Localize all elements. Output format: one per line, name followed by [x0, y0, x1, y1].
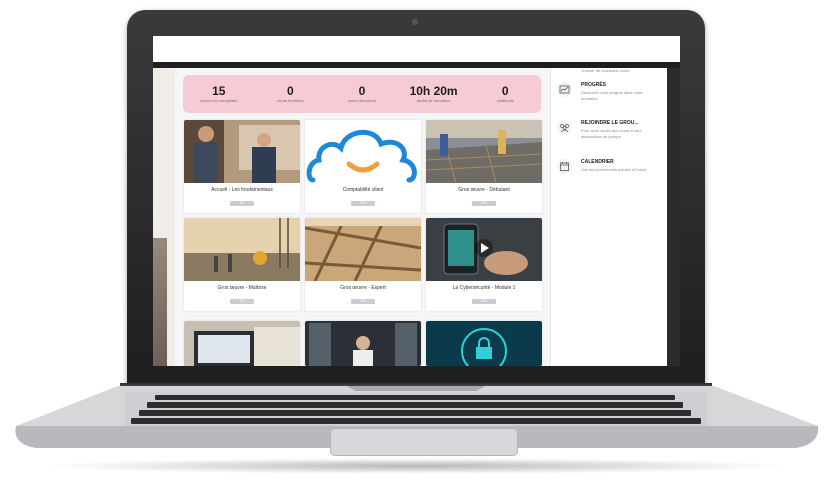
- stat-label: durée de formation: [416, 97, 451, 103]
- stats-banner: 15 cours non complétés 0 cours terminés …: [183, 75, 541, 113]
- progress-label: 0%: [239, 299, 245, 303]
- stat-value: 10h 20m: [409, 83, 458, 98]
- course-card[interactable]: Comptabilité client 0%: [305, 120, 421, 213]
- course-progress-bar: 0%: [472, 201, 496, 206]
- course-thumbnail-cloud-smile: [305, 120, 421, 183]
- course-title: Gros œuvre - Débutant: [458, 187, 510, 193]
- course-card[interactable]: Gros œuvre - Expert 0%: [305, 218, 421, 311]
- left-decor-stripe: [153, 238, 167, 366]
- course-thumbnail-server-room: [305, 321, 421, 366]
- course-progress-bar: 0%: [230, 201, 254, 206]
- stat-value: 15: [212, 83, 226, 98]
- course-title: Comptabilité client: [342, 187, 384, 193]
- course-thumbnail-wood-framing: [305, 218, 421, 281]
- course-thumbnail-laptop-work: [184, 321, 300, 366]
- left-decoration: [153, 68, 175, 366]
- laptop-screen: 15 cours non complétés 0 cours terminés …: [153, 36, 680, 366]
- dashboard-sidebar: Trouver de nouveaux cours PROGRÈS Découv…: [550, 68, 667, 366]
- course-card[interactable]: [184, 321, 300, 366]
- progress-label: 0%: [239, 201, 245, 205]
- course-title: La Cybersécurité - Module 1: [452, 285, 516, 291]
- stat-label: certificats: [496, 97, 514, 103]
- stat-courses-incomplete: 15 cours non complétés: [184, 83, 254, 104]
- course-title: Gros œuvre - Expert: [340, 285, 386, 291]
- stat-value: 0: [287, 83, 294, 98]
- progress-label: 0%: [360, 201, 366, 205]
- stat-value: 0: [501, 83, 509, 98]
- course-progress-bar: 0%: [351, 201, 375, 206]
- course-thumbnail-construction-crane: [184, 218, 300, 281]
- progress-chart-icon: [557, 82, 572, 97]
- course-thumbnail-cyber-lock: [426, 321, 542, 366]
- laptop-keyboard: [125, 392, 707, 426]
- course-card[interactable]: [305, 321, 421, 366]
- sidebar-item-desc: Voir les événements actuels et futurs: [581, 167, 647, 172]
- course-title: Gros œuvre - Maîtrise: [217, 285, 267, 291]
- course-card[interactable]: Accueil - Les fondamentaux 0%: [184, 120, 300, 213]
- stat-label: cours démarrés: [348, 97, 376, 103]
- stat-courses-completed: 0 cours terminés: [255, 83, 325, 104]
- browser-top-bar: [153, 36, 680, 62]
- trackpad[interactable]: [330, 428, 518, 456]
- sidebar-item-desc: Pour avoir accès aux cours et aux discus…: [581, 128, 642, 139]
- course-thumbnail-concrete-work: [426, 120, 542, 183]
- stat-training-duration: 10h 20m durée de formation: [399, 83, 469, 104]
- sidebar-item-title: CALENDRIER: [581, 159, 614, 165]
- progress-label: 0%: [481, 201, 487, 205]
- stat-label: cours terminés: [277, 97, 304, 103]
- sidebar-item-title: REJOINDRE LE GROU...: [581, 120, 639, 126]
- stat-value: 0: [358, 83, 366, 98]
- course-progress-bar: 0%: [230, 299, 254, 304]
- webcam: [412, 19, 418, 25]
- course-progress-bar: 0%: [351, 299, 375, 304]
- course-card[interactable]: [426, 321, 542, 366]
- stat-label: cours non complétés: [200, 97, 238, 103]
- find-courses-desc: Trouver de nouveaux cours: [581, 68, 630, 73]
- course-card[interactable]: Gros œuvre - Débutant 0%: [426, 120, 542, 213]
- right-decoration: [666, 68, 680, 366]
- group-icon: [557, 120, 572, 135]
- course-card[interactable]: La Cybersécurité - Module 1 0%: [426, 218, 542, 311]
- laptop-shadow: [40, 458, 792, 474]
- course-progress-bar: 0%: [472, 299, 496, 304]
- calendar-icon: [557, 159, 572, 174]
- sidebar-item-title: PROGRÈS: [581, 82, 607, 88]
- sidebar-item-desc: Découvrir votre progrès dans votre forma…: [581, 90, 643, 101]
- course-card[interactable]: Gros œuvre - Maîtrise 0%: [184, 218, 300, 311]
- course-title: Accueil - Les fondamentaux: [211, 187, 273, 193]
- stat-courses-started: 0 cours démarrés: [327, 83, 397, 104]
- course-thumbnail-people-meeting: [184, 120, 300, 183]
- dashboard-main: 15 cours non complétés 0 cours terminés …: [175, 68, 550, 366]
- progress-label: 0%: [360, 299, 366, 303]
- course-thumbnail-phone-video: [426, 218, 542, 281]
- stat-certificates: 0 certificats: [470, 83, 540, 104]
- progress-label: 0%: [481, 299, 487, 303]
